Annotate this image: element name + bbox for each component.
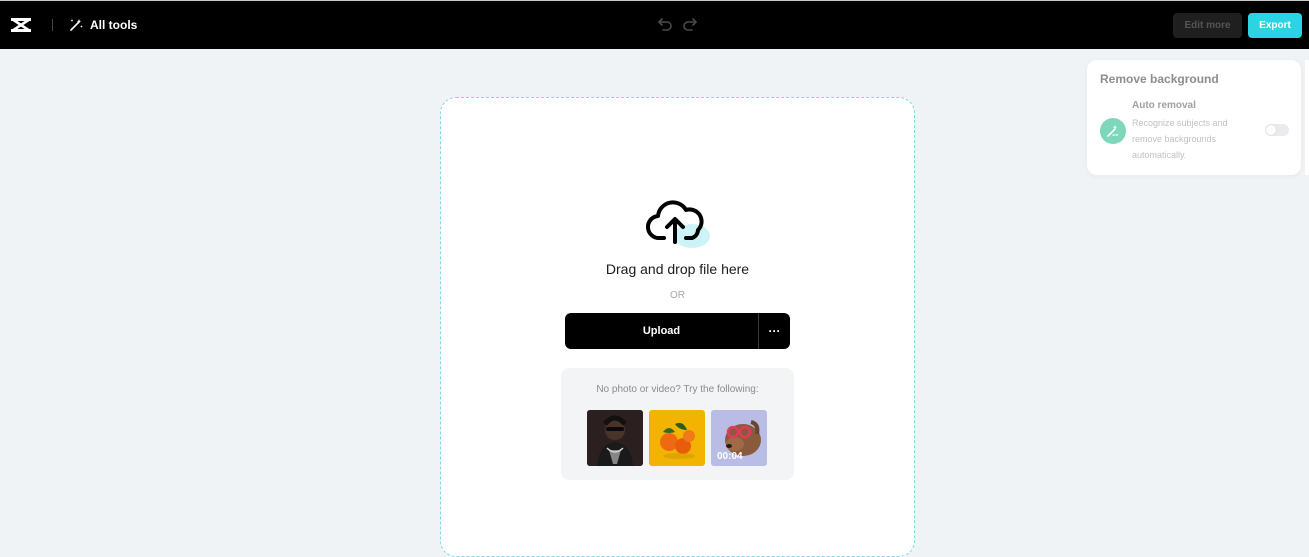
video-duration: 00:04 — [717, 451, 743, 462]
capcut-logo-icon[interactable] — [10, 14, 32, 36]
panel-title: Remove background — [1100, 72, 1219, 86]
upload-button[interactable]: Upload — [565, 313, 759, 349]
magic-wand-icon — [70, 19, 83, 31]
sample-thumbnail-person[interactable] — [587, 410, 643, 466]
or-text: OR — [670, 290, 685, 301]
sample-thumbnail-dog-video[interactable]: 00:04 — [711, 410, 767, 466]
export-button[interactable]: Export — [1248, 13, 1302, 38]
sample-person-image — [587, 410, 643, 466]
all-tools-button[interactable]: All tools — [68, 13, 137, 37]
upload-button-group: Upload ··· — [565, 313, 790, 349]
upload-more-button[interactable]: ··· — [759, 313, 790, 349]
remove-background-panel: Remove background Auto removal Recognize… — [1087, 60, 1301, 175]
toggle-knob — [1266, 125, 1276, 135]
undo-icon[interactable] — [656, 15, 674, 33]
auto-removal-title: Auto removal — [1132, 100, 1196, 111]
sample-thumbnail-oranges[interactable] — [649, 410, 705, 466]
all-tools-label: All tools — [90, 18, 138, 32]
sample-media-panel: No photo or video? Try the following: 00… — [561, 368, 794, 480]
redo-icon[interactable] — [681, 15, 699, 33]
drag-drop-text: Drag and drop file here — [605, 261, 750, 277]
auto-removal-description: Recognize subjects and remove background… — [1132, 118, 1228, 160]
auto-removal-toggle[interactable] — [1265, 124, 1289, 136]
side-panel-edge — [1305, 60, 1309, 175]
upload-dropzone[interactable]: Drag and drop file here OR Upload ··· No… — [440, 97, 915, 557]
auto-removal-icon — [1100, 118, 1126, 144]
edit-more-button[interactable]: Edit more — [1173, 13, 1242, 38]
samples-label: No photo or video? Try the following: — [596, 384, 759, 395]
cloud-upload-icon — [646, 200, 710, 248]
top-bar: All tools Edit more Export — [0, 0, 1309, 49]
header-divider — [52, 19, 53, 31]
sample-oranges-image — [649, 410, 705, 466]
